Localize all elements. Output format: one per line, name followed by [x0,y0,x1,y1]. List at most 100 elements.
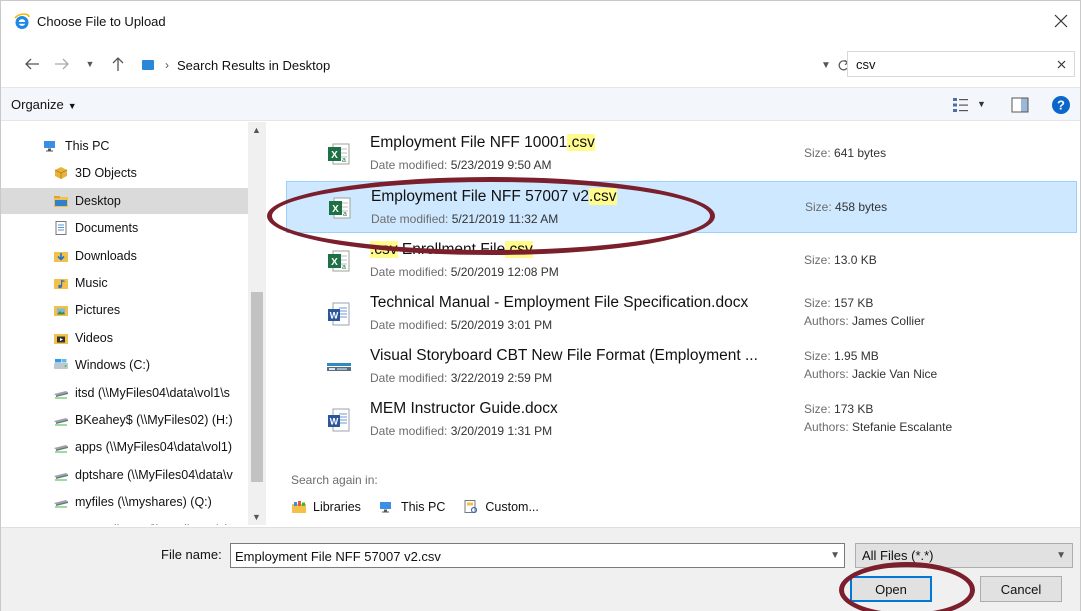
size-value: 13.0 KB [834,253,877,267]
file-row[interactable]: Visual Storyboard CBT New File Format (E… [286,341,1077,393]
close-button[interactable] [1048,9,1074,33]
sidebar-item[interactable]: apps (\\MyFiles04\data\vol1) [1,434,248,460]
breadcrumb-path[interactable]: Search Results in Desktop [177,58,330,73]
close-icon [1054,14,1068,28]
file-name: .csv Enrollment File.csv [370,241,533,259]
scroll-down-icon[interactable]: ▼ [252,512,261,522]
date-modified-value: 5/23/2019 9:50 AM [450,158,552,172]
sidebar-item[interactable]: myfiles (\\myshares) (Q:) [1,489,248,515]
sidebar-item[interactable]: Windows (C:) [1,352,248,378]
file-row[interactable]: Xa Employment File NFF 57007 v2.csv Date m… [286,181,1077,233]
file-upload-dialog: Choose File to Upload ▼ › Search Results… [0,0,1081,611]
file-row[interactable]: Xa .csv Enrollment File.csv Date modified:… [286,235,1077,287]
sidebar-item-label: itsd (\\MyFiles04\data\vol1\s [75,385,230,400]
search-again-option[interactable]: Custom... [463,499,539,515]
address-bar[interactable]: › Search Results in Desktop [137,53,833,77]
sidebar-item[interactable]: dptshare (\\MyFiles04\data\v [1,462,248,488]
authors-label: Authors: [804,367,849,381]
file-type-filter[interactable]: All Files (*.*) ▼ [855,543,1073,568]
preview-pane-icon[interactable] [1011,97,1029,113]
svg-text:W: W [330,311,339,321]
sidebar-item-label: Documents [75,221,139,236]
sidebar-item[interactable]: Pictures [1,297,248,323]
file-name-part: Visual Storyboard CBT New File Format (E… [370,347,758,364]
sidebar-item-label: Desktop [75,193,121,208]
file-row[interactable]: W Technical Manual - Employment File Spec… [286,288,1077,340]
image-file-icon [326,354,352,380]
sidebar-item[interactable]: PMO Library (\\MyFiles04\da [1,517,248,525]
scroll-up-icon[interactable]: ▲ [252,125,261,135]
chevron-down-icon[interactable]: ▼ [977,99,986,109]
network-drive-icon [53,494,69,510]
search-again-option[interactable]: Libraries [291,499,361,515]
file-row[interactable]: Xa Employment File NFF 10001.csv Date modi… [286,128,1077,180]
back-button[interactable] [23,55,41,73]
file-authors: Authors: James Collier [804,314,925,328]
svg-text:W: W [330,417,339,427]
music-icon [53,275,69,291]
sidebar-item-label: Music [75,276,108,290]
svg-text:a: a [343,211,347,218]
search-match-highlight: .csv [588,188,617,205]
videos-icon [53,330,69,346]
help-icon[interactable]: ? [1051,95,1071,115]
file-size: Size: 13.0 KB [804,253,877,267]
excel-file-icon: Xa [327,195,353,221]
organize-button[interactable]: Organize ▼ [11,97,77,112]
file-date-modified: Date modified: 5/20/2019 3:01 PM [370,318,552,332]
recent-locations-button[interactable]: ▼ [81,55,99,73]
file-size: Size: 157 KB [804,296,873,310]
file-name-part: Enrollment File [397,241,506,258]
file-date-modified: Date modified: 5/20/2019 12:08 PM [370,265,559,279]
search-box[interactable] [847,51,1075,77]
close-icon [1057,60,1065,68]
clear-search-button[interactable] [1054,57,1068,71]
search-match-highlight: .csv [567,134,595,151]
date-modified-value: 5/21/2019 11:32 AM [451,212,559,226]
dialog-footer: File name: ▼ All Files (*.*) ▼ Open Canc… [1,527,1080,611]
address-dropdown-icon[interactable]: ▼ [819,58,833,72]
search-again-option[interactable]: This PC [379,499,445,515]
up-button[interactable] [109,55,127,73]
sidebar-item[interactable]: 3D Objects [1,160,248,186]
documents-icon [53,220,69,236]
file-name-combobox[interactable]: ▼ [230,543,845,568]
file-name: Employment File NFF 10001.csv [370,134,595,152]
file-date-modified: Date modified: 3/22/2019 2:59 PM [370,371,552,385]
breadcrumb-separator-icon: › [165,58,169,72]
svg-text:?: ? [1057,98,1065,113]
size-value: 1.95 MB [834,349,879,363]
sidebar-item[interactable]: This PC [1,133,248,159]
file-row[interactable]: W MEM Instructor Guide.docx Date modified:… [286,394,1077,446]
chevron-down-icon: ▼ [1056,550,1066,561]
file-name-input[interactable] [235,548,820,564]
size-label: Size: [805,200,832,214]
change-view-icon[interactable] [952,96,970,114]
svg-text:X: X [332,204,339,215]
chevron-down-icon[interactable]: ▼ [830,550,840,561]
search-again-options: Libraries This PC Custom... [291,497,557,517]
forward-button[interactable] [53,55,71,73]
search-input[interactable] [856,56,1046,72]
sidebar-item[interactable]: Desktop [1,187,248,214]
sidebar-item-label: dptshare (\\MyFiles04\data\v [75,467,233,482]
sidebar-item[interactable]: Videos [1,325,248,351]
open-button[interactable]: Open [850,576,932,602]
search-again-option-label: This PC [400,500,446,514]
sidebar-item[interactable]: BKeahey$ (\\MyFiles02) (H:) [1,407,248,433]
sidebar-item[interactable]: Music [1,270,248,296]
sidebar-item[interactable]: Downloads [1,243,248,269]
3d-objects-icon [53,165,69,181]
drive-icon [53,357,69,373]
file-size: Size: 1.95 MB [804,349,879,363]
navigation-pane: This PC 3D Objects Desktop Documents Downloa… [1,122,266,525]
date-modified-value: 3/20/2019 1:31 PM [450,424,553,438]
sidebar-item[interactable]: itsd (\\MyFiles04\data\vol1\s [1,380,248,406]
up-arrow-icon [112,57,124,71]
cancel-button[interactable]: Cancel [980,576,1062,602]
file-authors: Authors: Stefanie Escalante [804,420,952,434]
scrollbar-thumb[interactable] [251,292,263,482]
file-list: Search again in: Libraries This PC Custom.… [286,122,1081,525]
sidebar-item[interactable]: Documents [1,215,248,241]
navigation-scrollbar[interactable]: ▲ ▼ [248,122,266,525]
